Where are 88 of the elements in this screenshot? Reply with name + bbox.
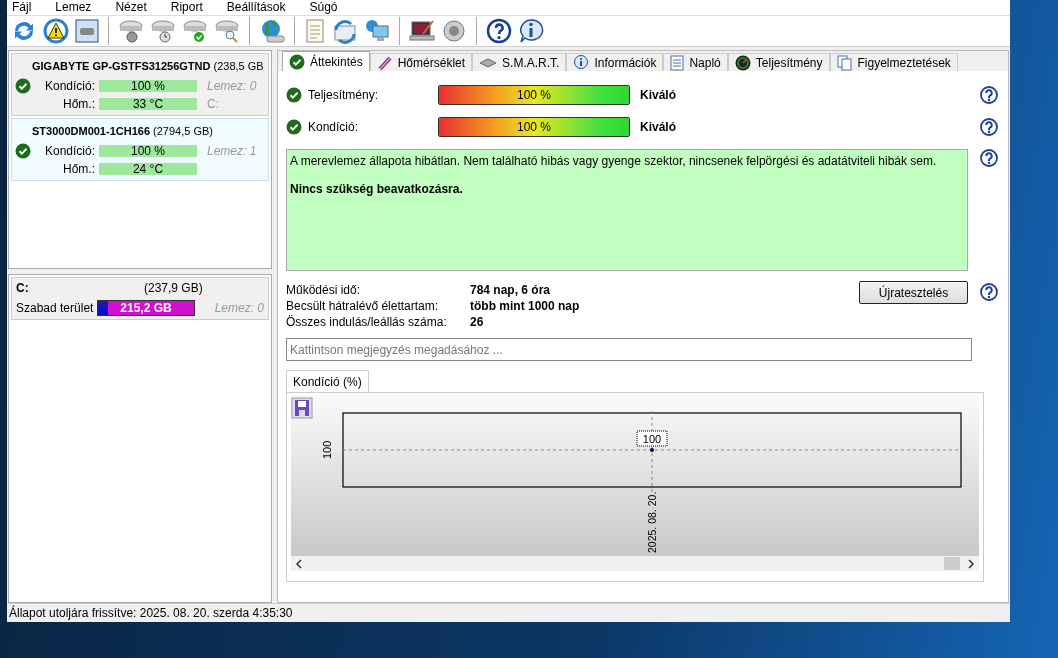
- disk-size: (238,5 GB: [213, 60, 264, 72]
- warning-icon[interactable]: [43, 18, 69, 44]
- note-field[interactable]: Kattintson megjegyzés megadásához ...: [286, 338, 972, 361]
- bar-reading: 100 %: [130, 145, 166, 157]
- help-icon[interactable]: [980, 149, 998, 167]
- info-value: 784 nap, 6 óra: [470, 283, 552, 297]
- row-label: Kondíció:: [43, 144, 96, 158]
- y-axis-label: 100: [321, 440, 333, 459]
- pages-icon: [836, 54, 853, 71]
- partition-name: C:: [16, 281, 30, 295]
- disk-note: C:: [206, 97, 219, 111]
- check-icon: [289, 53, 305, 70]
- info-icon[interactable]: [518, 18, 544, 44]
- tab[interactable]: Napló: [663, 53, 728, 71]
- bar-reading: 33 °C: [131, 98, 165, 110]
- partition-card[interactable]: C: (237,9 GB) Szabad terület 215,2 GB Lemez: 0: [11, 277, 269, 320]
- help-icon[interactable]: [486, 18, 512, 44]
- partition-size: (237,9 GB): [144, 281, 203, 295]
- tab[interactable]: S.M.A.R.T.: [472, 53, 567, 71]
- help-icon[interactable]: [980, 86, 998, 104]
- thermometer-icon: [376, 54, 393, 71]
- status-message: A merevlemez állapota hibátlan. Nem található hibás vagy gyenge szektor, nincsenek felpörgési és adatátviteli hibák sem.: [290, 154, 938, 168]
- menu-item[interactable]: Nézet: [115, 0, 147, 15]
- gauge-icon: [734, 54, 751, 71]
- menu-item[interactable]: Beállítások: [226, 0, 286, 15]
- info-label: Működési idő:: [286, 283, 362, 297]
- info-value: több mint 1000 nap: [470, 299, 581, 313]
- disk-note: Lemez: 0: [206, 79, 257, 93]
- x-axis-label: 2025. 08. 20.: [646, 491, 658, 553]
- disk-card[interactable]: ST3000DM001-1CH166 (2794,5 GB) Kondíció: 100 % Lemez: 1 Hőm.: 24 °C: [11, 118, 269, 181]
- row-label: Hőm.:: [62, 97, 96, 111]
- row-label: Hőm.:: [62, 162, 96, 176]
- disk-size: (2794,5 GB): [153, 125, 213, 137]
- sync-icon[interactable]: [332, 18, 358, 44]
- free-space-label: Szabad terület: [16, 301, 94, 315]
- menu-item[interactable]: Riport: [170, 0, 203, 15]
- menu-item[interactable]: Fájl: [12, 0, 32, 15]
- info-value: 26: [470, 315, 485, 329]
- bar-reading: 100 %: [130, 80, 166, 92]
- data-label-frame: [636, 430, 668, 447]
- info-label: Összes indulás/leállás száma:: [286, 315, 448, 329]
- data-label: 100: [642, 433, 662, 445]
- tab[interactable]: Áttekintés: [282, 51, 370, 71]
- drive-icon[interactable]: [75, 19, 99, 43]
- scroll-thumb[interactable]: [944, 557, 960, 570]
- meter-label: Teljesítmény:: [307, 88, 380, 102]
- tab[interactable]: Teljesítmény: [727, 53, 830, 71]
- drive-icon[interactable]: [118, 18, 144, 44]
- scrollbar[interactable]: [291, 556, 979, 571]
- scroll-left-icon[interactable]: [295, 559, 302, 569]
- help-icon[interactable]: [980, 118, 998, 136]
- disk-note: Lemez: 1: [206, 144, 257, 158]
- scroll-right-icon[interactable]: [968, 559, 975, 569]
- tab[interactable]: Figyelmeztetések: [829, 53, 958, 71]
- info-icon: [573, 54, 590, 71]
- meter-label: Kondíció:: [307, 120, 360, 134]
- tab[interactable]: Hőmérséklet: [369, 53, 473, 71]
- drive-icon[interactable]: [214, 18, 240, 44]
- advice-text: Nincs szükség beavatkozásra.: [290, 182, 464, 196]
- help-icon[interactable]: [980, 283, 998, 301]
- save-icon[interactable]: [291, 397, 313, 419]
- meter-rating: Kiváló: [640, 120, 677, 134]
- disk-name: ST3000DM001-1CH166: [32, 125, 150, 137]
- monitor-icon[interactable]: [364, 18, 390, 44]
- menu-item[interactable]: Lemez: [55, 0, 92, 15]
- drive-icon[interactable]: [182, 18, 208, 44]
- disk-card[interactable]: GIGABYTE GP-GSTFS31256GTND (238,5 GB Kondíció: 100 % Lemez: 0 Hőm.: 33 °C C:: [11, 53, 269, 116]
- meter-reading: 100 %: [516, 87, 552, 104]
- speaker-icon[interactable]: [441, 18, 467, 44]
- drive-icon: [479, 56, 498, 69]
- status-text: Állapot utoljára frissítve: 2025. 08. 20. szerda 4:35:30: [9, 606, 293, 620]
- bar-reading: 24 °C: [131, 163, 165, 175]
- tab[interactable]: Információk: [566, 53, 664, 71]
- menu-item[interactable]: Súgó: [309, 0, 338, 15]
- info-label: Becsült hátralévő élettartam:: [286, 299, 440, 313]
- row-label: Kondíció:: [43, 79, 96, 93]
- disk-note: Lemez: 0: [213, 301, 264, 315]
- globe-icon[interactable]: [259, 18, 285, 44]
- document-icon: [670, 54, 685, 71]
- data-point: [650, 448, 654, 452]
- meter-reading: 100 %: [516, 119, 552, 136]
- meter-rating: Kiváló: [640, 88, 677, 102]
- drive-icon[interactable]: [150, 18, 176, 44]
- free-space-reading: 215,2 GB: [119, 301, 173, 315]
- chart-tab[interactable]: Kondíció (%): [286, 370, 369, 392]
- laptop-icon[interactable]: [409, 18, 435, 44]
- retest-button[interactable]: Újratesztelés: [859, 281, 968, 304]
- disk-name: GIGABYTE GP-GSTFS31256GTND: [32, 60, 211, 72]
